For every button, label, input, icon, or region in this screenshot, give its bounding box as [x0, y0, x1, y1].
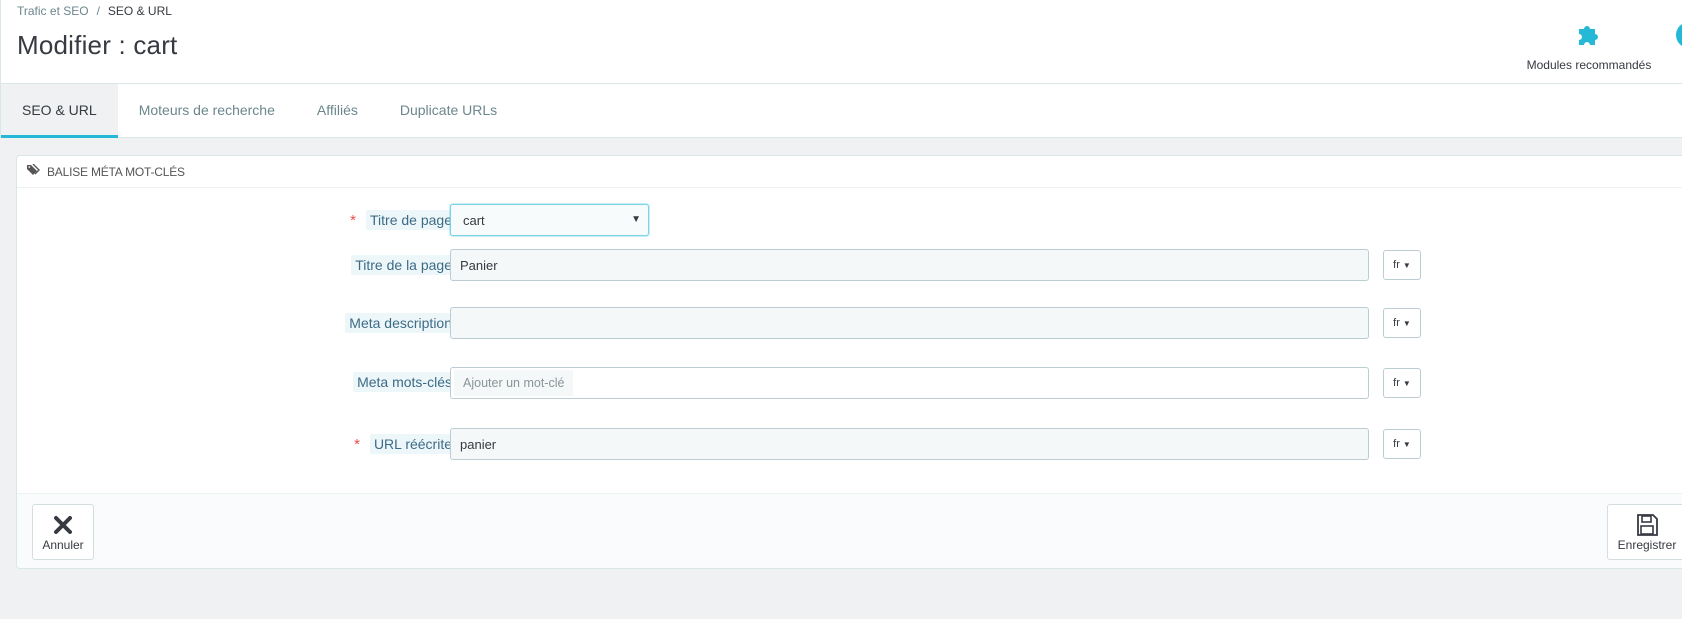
panel-heading: BALISE MÉTA MOT-CLÉS [17, 156, 1682, 188]
breadcrumb-separator: / [96, 4, 100, 18]
language-dropdown-url[interactable]: fr ▼ [1383, 429, 1421, 459]
page-title-input[interactable]: Panier [450, 249, 1369, 281]
page-select[interactable]: cart ▼ [450, 204, 649, 236]
field-label-url: * URL réécrite [354, 434, 456, 454]
label-title: Titre de la page [351, 255, 456, 275]
label-url: URL réécrite [369, 434, 456, 454]
language-code: fr [1393, 317, 1400, 329]
field-label-title: Titre de la page [351, 255, 456, 275]
tab-duplicate-urls[interactable]: Duplicate URLs [379, 84, 518, 138]
breadcrumb-current: SEO & URL [107, 4, 172, 18]
keyword-placeholder: Ajouter un mot-clé [454, 370, 574, 396]
page-title-input-value: Panier [460, 257, 498, 273]
label-keywords: Meta mots-clés [353, 372, 456, 392]
meta-keywords-input[interactable]: Ajouter un mot-clé [450, 367, 1369, 399]
field-label-description: Meta description [345, 313, 456, 333]
tab-seo-url[interactable]: SEO & URL [1, 84, 118, 138]
rewritten-url-input-value: panier [460, 436, 497, 452]
cancel-button[interactable]: Annuler [32, 504, 94, 560]
rewritten-url-input[interactable]: panier [450, 428, 1369, 460]
save-button-label: Enregistrer [1617, 538, 1677, 552]
language-dropdown-title[interactable]: fr ▼ [1383, 250, 1421, 280]
caret-down-icon: ▼ [1402, 439, 1411, 449]
chevron-down-icon: ▼ [631, 214, 641, 225]
floppy-disk-icon [1635, 512, 1659, 538]
panel-footer: Annuler Enregistrer [17, 493, 1682, 568]
caret-down-icon: ▼ [1402, 318, 1411, 328]
required-marker: * [354, 435, 360, 453]
close-icon [53, 512, 73, 538]
language-code: fr [1393, 377, 1400, 389]
language-code: fr [1393, 259, 1400, 271]
help-icon: ? [1675, 20, 1682, 50]
label-page: Titre de page [366, 210, 456, 230]
help-button[interactable]: ? Ai [1669, 20, 1682, 72]
tab-affiliates[interactable]: Affiliés [296, 84, 379, 138]
required-marker: * [350, 211, 357, 229]
language-code: fr [1393, 438, 1400, 450]
cancel-button-label: Annuler [42, 538, 84, 552]
caret-down-icon: ▼ [1402, 378, 1411, 388]
page-header: Trafic et SEO / SEO & URL Modifier : car… [0, 0, 1682, 84]
save-button[interactable]: Enregistrer [1607, 504, 1682, 560]
tab-bar: SEO & URL Moteurs de recherche Affiliés … [0, 84, 1682, 138]
tags-icon [27, 163, 41, 179]
tab-search-engines[interactable]: Moteurs de recherche [118, 84, 296, 138]
caret-down-icon: ▼ [1402, 260, 1411, 270]
puzzle-icon [1575, 20, 1603, 50]
language-dropdown-description[interactable]: fr ▼ [1383, 308, 1421, 338]
breadcrumb-parent-link[interactable]: Trafic et SEO [17, 4, 89, 18]
recommended-modules-button[interactable]: Modules recommandés [1521, 20, 1657, 72]
language-dropdown-keywords[interactable]: fr ▼ [1383, 368, 1421, 398]
field-label-keywords: Meta mots-clés [353, 372, 456, 392]
page-select-value: cart [463, 212, 485, 228]
panel-heading-title: BALISE MÉTA MOT-CLÉS [47, 164, 185, 179]
breadcrumb: Trafic et SEO / SEO & URL [17, 4, 172, 18]
label-description: Meta description [345, 313, 456, 333]
field-label-page: * Titre de page [350, 210, 456, 230]
meta-description-input[interactable] [450, 307, 1369, 339]
recommended-modules-label: Modules recommandés [1526, 58, 1652, 72]
page-title: Modifier : cart [17, 30, 178, 60]
meta-form-panel: BALISE MÉTA MOT-CLÉS * Titre de page car… [16, 155, 1682, 569]
